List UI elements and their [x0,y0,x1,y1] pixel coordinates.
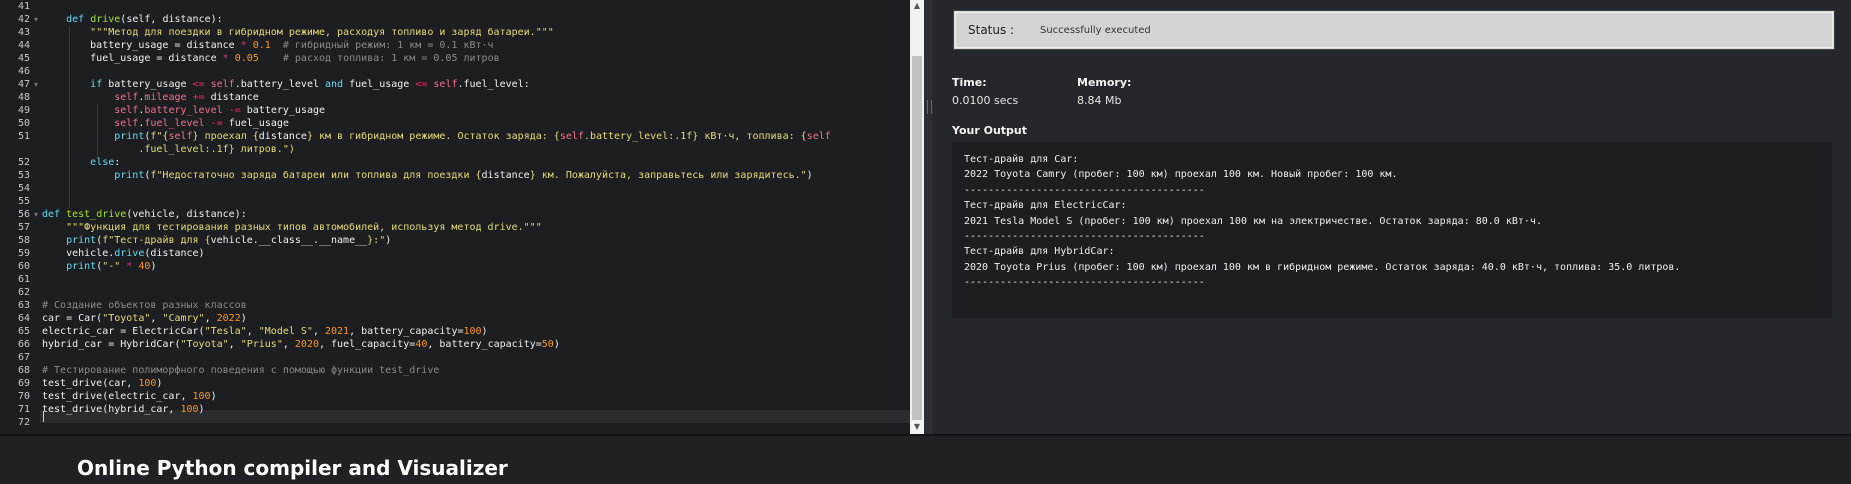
code-line[interactable]: car = Car("Toyota", "Camry", 2022) [42,312,247,325]
code-line[interactable]: # Тестирование полиморфного поведения с … [42,364,439,377]
output-line: 2020 Toyota Prius (пробег: 100 км) проех… [964,261,1681,273]
line-number: 47 [17,79,30,90]
line-number: 68 [17,365,30,376]
page-title: Online Python compiler and Visualizer [77,456,508,480]
program-output: Тест-драйв для Car: 2022 Toyota Camry (пр… [952,142,1832,318]
line-number: 44 [17,40,30,51]
fold-toggle-icon[interactable]: ▾ [34,208,38,221]
output-line: 2022 Toyota Camry (пробег: 100 км) проех… [964,169,1398,181]
line-number: 43 [17,27,30,38]
fold-toggle-icon[interactable]: ▾ [34,13,38,26]
line-number: 49 [17,105,30,116]
code-line[interactable]: self.battery_level -= battery_usage [42,104,325,117]
line-number: 67 [17,352,30,363]
line-number: 70 [17,391,30,402]
code-line[interactable]: """Метод для поездки в гибридном режиме,… [42,26,554,39]
code-line[interactable]: test_drive(car, 100) [42,377,162,390]
line-number: 52 [17,157,30,168]
time-label: Time: [952,76,987,89]
output-panel: Status : Successfully executed Time: 0.0… [933,0,1851,434]
output-line: ---------------------------------------- [964,231,1205,242]
memory-value: 8.84 Mb [1077,94,1122,107]
pane-splitter[interactable] [924,0,933,434]
fold-toggle-icon[interactable]: ▾ [34,78,38,91]
line-number: 66 [17,339,30,350]
memory-label: Memory: [1077,76,1132,89]
code-line[interactable]: hybrid_car = HybridCar("Toyota", "Prius"… [42,338,560,351]
line-number: 42 [17,14,30,25]
line-number: 51 [17,131,30,142]
code-line[interactable]: print("-" * 40) [42,260,156,273]
editor-scrollbar[interactable]: ▲ ▼ [910,0,924,434]
output-line: Тест-драйв для HybridCar: [964,246,1115,258]
code-line[interactable]: else: [42,156,120,169]
status-bar: Status : Successfully executed [953,10,1835,50]
code-line[interactable]: # Создание объектов разных классов [42,299,247,312]
output-line: 2021 Tesla Model S (пробег: 100 км) прое… [964,215,1542,227]
line-number: 55 [17,196,30,207]
line-number: 63 [17,300,30,311]
footer-divider [0,434,1851,436]
code-line[interactable]: fuel_usage = distance * 0.05 # расход то… [42,52,499,65]
line-number: 53 [17,170,30,181]
line-number: 58 [17,235,30,246]
code-editor[interactable]: 41 42 ▾ 43 44 45 46 47 ▾ 48 49 50 51 52 53 54 55 56 ▾ 57 58 5… [0,0,924,434]
line-number: 45 [17,53,30,64]
output-line: ---------------------------------------- [964,184,1205,196]
line-number: 41 [17,1,30,12]
line-number: 59 [17,248,30,259]
scroll-up-icon[interactable]: ▲ [910,1,924,10]
time-value: 0.0100 secs [952,94,1019,107]
line-number: 50 [17,118,30,129]
code-line[interactable]: .fuel_level:.1f} литров.") [42,143,295,156]
code-line[interactable]: print(f"Недостаточно заряда батареи или … [42,169,812,182]
scroll-down-icon[interactable]: ▼ [910,422,924,431]
code-line[interactable]: test_drive(electric_car, 100) [42,390,217,403]
code-line[interactable]: def test_drive(vehicle, distance): [42,208,247,221]
line-number: 64 [17,313,30,324]
status-value: Successfully executed [1040,25,1151,36]
code-line[interactable]: self.fuel_level -= fuel_usage [42,117,289,130]
output-line: Тест-драйв для ElectricCar: [964,200,1127,212]
code-line[interactable]: battery_usage = distance * 0.1 # гибридн… [42,39,493,52]
line-number: 61 [17,274,30,285]
code-line[interactable]: electric_car = ElectricCar("Tesla", "Mod… [42,325,488,338]
code-line[interactable]: vehicle.drive(distance) [42,247,205,260]
line-number: 46 [17,66,30,77]
code-line[interactable] [42,0,66,13]
code-area[interactable]: def drive(self, distance): """Метод для … [42,0,910,434]
line-number: 72 [17,417,30,428]
line-number: 54 [17,183,30,194]
line-number: 69 [17,378,30,389]
line-number: 65 [17,326,30,337]
line-number: 71 [17,404,30,415]
output-line: ---------------------------------------- [964,277,1205,289]
line-number: 48 [17,92,30,103]
code-line[interactable]: test_drive(hybrid_car, 100) [42,403,205,416]
code-line[interactable]: self.mileage += distance [42,91,259,104]
code-line[interactable]: print(f"{self} проехал {distance} км в г… [42,130,831,143]
line-number: 62 [17,287,30,298]
line-number: 57 [17,222,30,233]
code-line[interactable]: """Функция для тестирования разных типов… [42,221,542,234]
line-number-gutter: 41 42 ▾ 43 44 45 46 47 ▾ 48 49 50 51 52 53 54 55 56 ▾ 57 58 5… [0,0,40,434]
your-output-title: Your Output [952,124,1028,137]
scrollbar-thumb[interactable] [912,56,922,420]
line-number: 60 [17,261,30,272]
output-line: Тест-драйв для Car: [964,154,1079,165]
splitter-grip-icon[interactable] [927,100,932,114]
code-line[interactable]: if battery_usage <= self.battery_level a… [42,78,530,91]
code-line[interactable]: def drive(self, distance): [42,13,223,26]
code-line[interactable]: print(f"Тест-драйв для {vehicle.__class_… [42,234,391,247]
status-label: Status : [968,23,1015,37]
line-number: 56 [17,209,30,220]
